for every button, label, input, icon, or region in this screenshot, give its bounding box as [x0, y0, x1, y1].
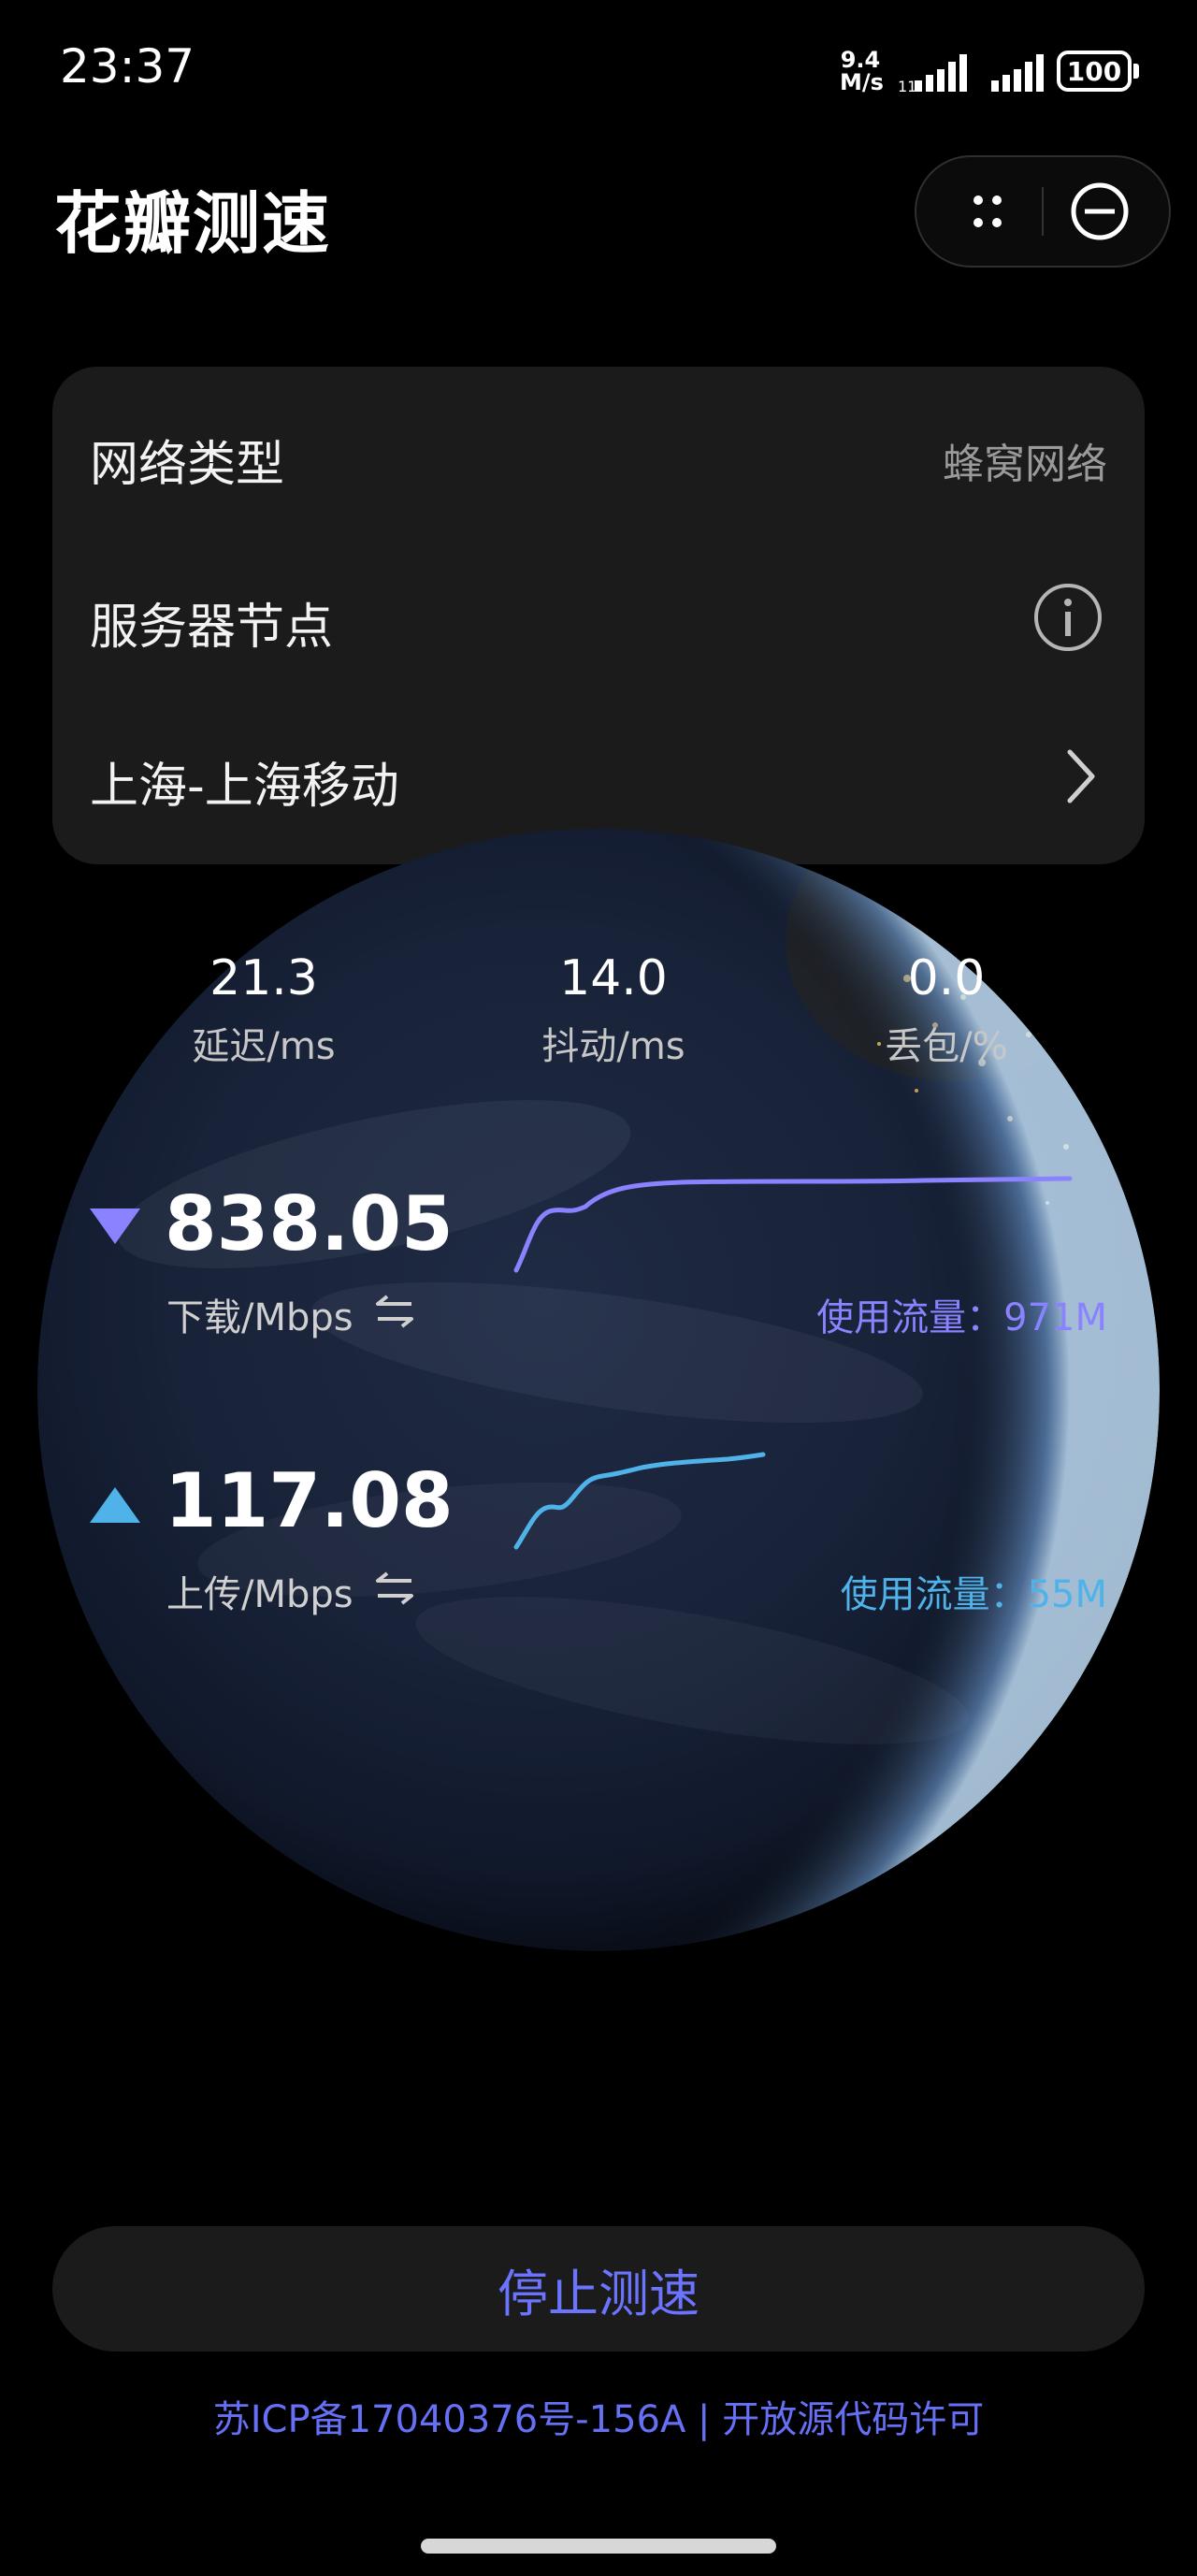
latency-value: 21.3 — [209, 950, 318, 1006]
battery-icon: 100 — [1057, 51, 1132, 92]
upload-speed-graph — [513, 1452, 766, 1550]
signal-icon-1: 11 — [898, 54, 967, 94]
server-location[interactable]: 上海-上海移动 — [90, 746, 399, 817]
network-speed-value: 9.4 — [840, 47, 881, 73]
upload-triangle-icon — [90, 1487, 140, 1523]
jitter-label: 抖动/ms — [541, 1025, 685, 1068]
network-type-label: 网络类型 — [90, 437, 285, 493]
server-select-button[interactable] — [1062, 746, 1100, 806]
footer-license-link[interactable]: 苏ICP备17040376号-156A | 开放源代码许可 — [0, 2389, 1197, 2443]
battery-level: 100 — [1066, 55, 1122, 87]
download-triangle-icon — [90, 1208, 140, 1244]
four-dots-icon — [973, 195, 1002, 227]
info-icon — [1034, 584, 1102, 651]
server-node-label: 服务器节点 — [90, 600, 334, 656]
upload-usage: 使用流量：55M — [840, 1573, 1107, 1616]
upload-speed: 117.08 — [165, 1457, 454, 1544]
jitter-value: 14.0 — [559, 950, 668, 1006]
capsule-divider — [1042, 187, 1044, 236]
packet-loss-label: 丢包/% — [885, 1025, 1008, 1068]
stop-test-button[interactable]: 停止测速 — [52, 2226, 1145, 2352]
status-time: 23:37 — [60, 39, 195, 94]
download-usage: 使用流量：971M — [816, 1296, 1107, 1339]
download-speed-graph — [513, 1176, 1073, 1273]
minus-circle-icon — [1071, 182, 1129, 240]
svg-text:11: 11 — [898, 78, 916, 94]
network-speed-indicator: 9.4 M/s — [840, 47, 884, 95]
upload-unit: 上传/Mbps — [166, 1573, 353, 1616]
app-title: 花瓣测速 — [54, 184, 332, 263]
swap-icon[interactable] — [374, 1570, 415, 1607]
download-unit: 下载/Mbps — [166, 1296, 353, 1339]
more-button[interactable] — [945, 174, 1029, 249]
server-info-button[interactable] — [1032, 582, 1103, 653]
network-speed-unit: M/s — [840, 69, 884, 95]
swap-icon[interactable] — [374, 1293, 415, 1330]
packet-loss-value: 0.0 — [907, 950, 986, 1006]
chevron-right-icon — [1067, 749, 1095, 803]
close-button[interactable] — [1060, 174, 1145, 249]
home-indicator[interactable] — [421, 2539, 776, 2554]
latency-label: 延迟/ms — [192, 1025, 336, 1068]
signal-icon-2 — [991, 54, 1044, 92]
download-speed: 838.05 — [165, 1180, 454, 1267]
battery-nub — [1133, 64, 1139, 79]
network-type-value: 蜂窝网络 — [943, 441, 1107, 488]
